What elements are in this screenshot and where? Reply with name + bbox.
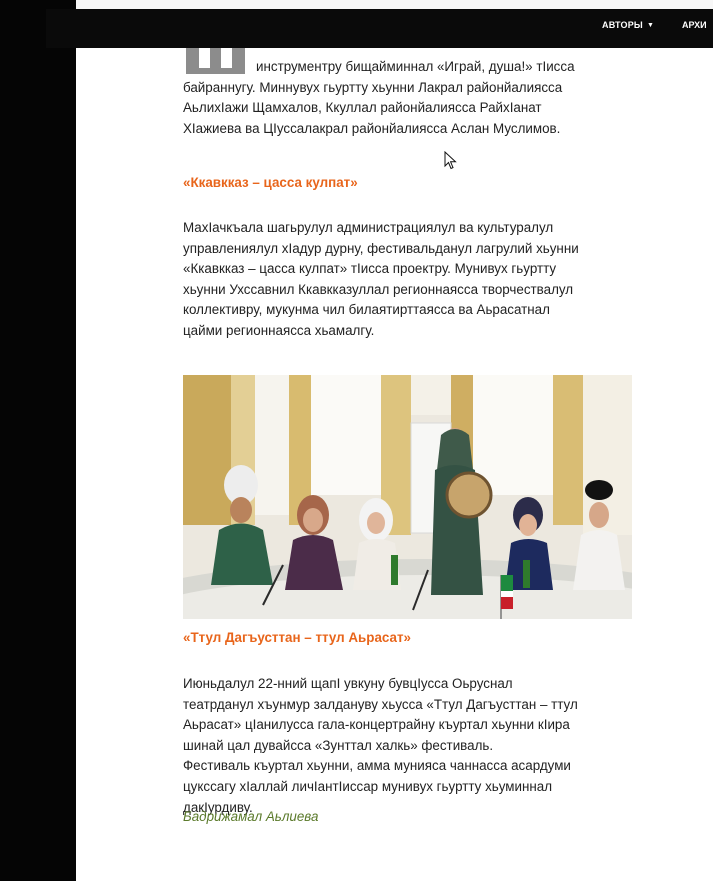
mouse-cursor-icon xyxy=(444,151,457,170)
text-line: цукссагу хӀаллай личӀантӀиссар мунивух г… xyxy=(183,778,553,794)
text-line: байраннугу. Миннувух гьуртту хьунни Лакр… xyxy=(183,79,563,95)
nav-archive-menu[interactable]: АРХИ xyxy=(682,20,707,30)
nav-archive-label: АРХИ xyxy=(682,20,707,30)
section-heading-caucasus: «Ккавкказ – цасса кулпат» xyxy=(183,175,358,190)
left-backdrop xyxy=(0,0,76,881)
text-line: АьлихӀажи Щамхалов, Ккуллал районйалиясс… xyxy=(183,100,542,116)
performers-photo-illustration xyxy=(183,375,632,619)
text-line: инструментру бищайминнал «Играй, душа!» … xyxy=(256,59,575,74)
text-line: хьунни Ухссавнил Ккавкказуллал регионная… xyxy=(183,281,574,297)
nav-authors-label: АВТОРЫ xyxy=(602,20,643,30)
article-photo xyxy=(183,375,632,619)
article-content: инструментру бищайминнал «Играй, душа!» … xyxy=(76,48,713,881)
text-line: коллективру, мукунма чил билаятирттаясса… xyxy=(183,302,550,318)
text-line: Аьрасат» цӀанилусса гала-концертрайну къ… xyxy=(183,717,570,733)
text-line: «Ккавкказ – цасса кулпат» тӀисса проектр… xyxy=(183,261,557,277)
text-line: Июньдалул 22-нний щапӀ увкуну бувцӀусса … xyxy=(183,676,513,691)
chevron-down-icon: ▼ xyxy=(646,22,655,29)
text-line: Фестиваль къуртал хьунни, амма мунияса ч… xyxy=(183,758,571,774)
text-line: МахӀачкъала шагьрулул администрациялул в… xyxy=(183,220,554,235)
photo-caption: «Ттул Дагъусттан – ттул Аьрасат» xyxy=(183,630,411,645)
paragraph-festival: Июньдалул 22-нний щапӀ увкуну бувцӀусса … xyxy=(183,674,633,818)
text-line: ХӀажиева ва ЦӀуссалакрал районйалиясса А… xyxy=(183,120,561,136)
nav-authors-menu[interactable]: АВТОРЫ ▼ xyxy=(602,20,654,30)
intro-paragraph: инструментру бищайминнал «Играй, душа!» … xyxy=(183,57,633,139)
text-line: театрданул хъунмур залдануву хьусса «Тту… xyxy=(183,696,578,712)
author-byline[interactable]: Бадрижамал Аьлиева xyxy=(183,809,318,824)
text-line: цайми регионнаясса хьамалгу. xyxy=(183,322,375,338)
text-line: управлениялул хӀадур дурну, фестивальдан… xyxy=(183,240,579,256)
text-line: шинай цал дувайсса «Зунттал халкь» фести… xyxy=(183,737,494,753)
paragraph-project: МахӀачкъала шагьрулул администрациялул в… xyxy=(183,218,633,342)
